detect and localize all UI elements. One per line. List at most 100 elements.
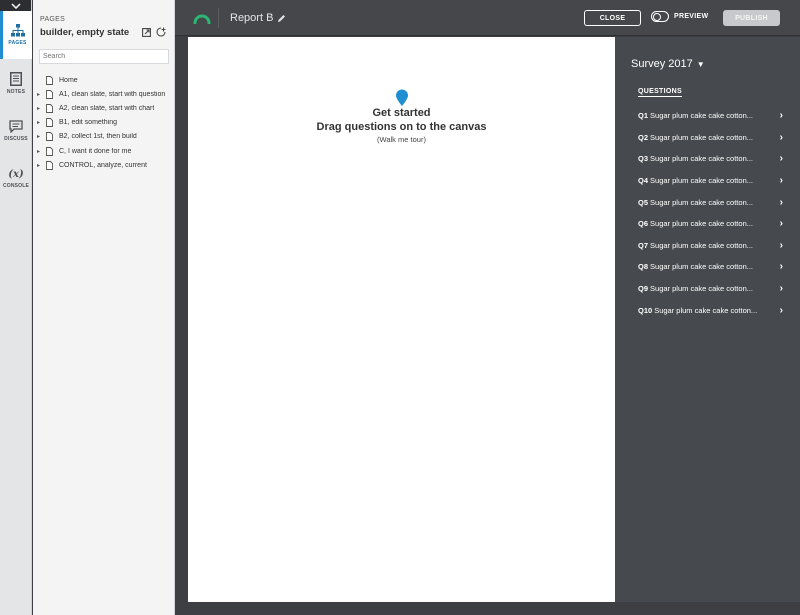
chevron-right-icon: › bbox=[779, 261, 783, 273]
chevron-right-icon: › bbox=[779, 283, 783, 295]
page-item-a1[interactable]: ▸ A1, clean slate, start with question bbox=[33, 87, 174, 101]
rail-console-label: CONSOLE bbox=[2, 183, 30, 189]
discuss-icon bbox=[9, 120, 23, 133]
expand-caret-icon[interactable]: ▸ bbox=[37, 148, 46, 155]
collapse-toggle[interactable] bbox=[0, 0, 31, 11]
question-number: Q2 bbox=[638, 132, 649, 142]
question-number: Q5 bbox=[638, 197, 649, 207]
document-icon bbox=[46, 160, 56, 170]
page-item-b2[interactable]: ▸ B2, collect 1st, then build bbox=[33, 130, 174, 144]
question-number: Q3 bbox=[638, 154, 649, 164]
question-item[interactable]: Q3 Sugar plum cake cake cotton... › bbox=[638, 148, 783, 170]
caret-down-icon: ▼ bbox=[696, 59, 705, 69]
page-item-label: Home bbox=[59, 76, 78, 84]
pencil-icon[interactable] bbox=[277, 14, 286, 23]
chevron-right-icon: › bbox=[779, 218, 783, 230]
page-item-b1[interactable]: ▸ B1, edit something bbox=[33, 116, 174, 130]
logo-icon[interactable] bbox=[193, 11, 211, 29]
question-item[interactable]: Q9 Sugar plum cake cake cotton... › bbox=[638, 278, 783, 300]
rail-notes[interactable]: NOTES bbox=[0, 59, 32, 107]
question-text: Sugar plum cake cake cotton... bbox=[650, 176, 753, 186]
page-item-c[interactable]: ▸ C, I want it done for me bbox=[33, 144, 174, 158]
report-canvas[interactable]: Get started Drag questions on to the can… bbox=[188, 37, 615, 602]
close-button[interactable]: CLOSE bbox=[584, 10, 641, 26]
pages-kicker: PAGES bbox=[40, 16, 66, 23]
question-item[interactable]: Q1 Sugar plum cake cake cotton... › bbox=[638, 105, 783, 127]
page-item-label: A2, clean slate, start with chart bbox=[59, 104, 155, 112]
page-item-label: C, I want it done for me bbox=[59, 147, 132, 155]
questions-heading: QUESTIONS bbox=[638, 88, 682, 97]
questions-panel: Survey 2017 ▼ QUESTIONS Q1 Sugar plum cak… bbox=[615, 37, 800, 602]
export-icon[interactable] bbox=[140, 26, 152, 38]
survey-selector[interactable]: Survey 2017 ▼ bbox=[631, 58, 705, 70]
map-pin-icon bbox=[395, 89, 408, 106]
toggle-icon bbox=[651, 11, 669, 22]
top-bar: Report B CLOSE PREVIEW PUBLISH bbox=[175, 0, 800, 36]
page-item-label: B1, edit something bbox=[59, 119, 117, 127]
publish-button[interactable]: PUBLISH bbox=[723, 10, 780, 26]
page-item-label: A1, clean slate, start with question bbox=[59, 90, 166, 98]
questions-list: Q1 Sugar plum cake cake cotton... › Q2 Suga… bbox=[638, 105, 783, 321]
rail-console[interactable]: (x) CONSOLE bbox=[0, 155, 32, 203]
report-title[interactable]: Report B bbox=[230, 12, 286, 24]
question-item[interactable]: Q8 Sugar plum cake cake cotton... › bbox=[638, 256, 783, 278]
rail-pages[interactable]: PAGES bbox=[0, 11, 32, 59]
pages-title: builder, empty state bbox=[40, 26, 130, 38]
question-number: Q6 bbox=[638, 219, 649, 229]
question-text: Sugar plum cake cake cotton... bbox=[650, 219, 753, 229]
document-icon bbox=[46, 104, 56, 113]
question-text: Sugar plum cake cake cotton... bbox=[654, 305, 758, 315]
question-number: Q9 bbox=[638, 284, 649, 294]
document-icon bbox=[46, 118, 56, 128]
question-item[interactable]: Q5 Sugar plum cake cake cotton... › bbox=[638, 191, 783, 213]
question-text: Sugar plum cake cake cotton... bbox=[650, 154, 753, 164]
page-item-control[interactable]: ▸ CONTROL, analyze, current bbox=[33, 158, 174, 172]
empty-state-subtitle: Drag questions on to the canvas bbox=[316, 121, 487, 133]
question-text: Sugar plum cake cake cotton... bbox=[650, 284, 753, 294]
question-item[interactable]: Q7 Sugar plum cake cake cotton... › bbox=[638, 235, 783, 257]
survey-name: Survey 2017 bbox=[631, 58, 693, 70]
chevron-right-icon: › bbox=[779, 153, 783, 165]
pages-panel: PAGES builder, empty state Home ▸ A1, cl… bbox=[33, 0, 175, 615]
expand-caret-icon[interactable]: ▸ bbox=[37, 119, 46, 126]
expand-caret-icon[interactable]: ▸ bbox=[37, 105, 46, 112]
chevron-right-icon: › bbox=[779, 239, 783, 251]
add-page-icon[interactable] bbox=[155, 26, 167, 38]
notes-icon bbox=[10, 71, 22, 86]
document-icon bbox=[46, 146, 56, 156]
expand-caret-icon[interactable]: ▸ bbox=[37, 162, 46, 169]
chevron-right-icon: › bbox=[779, 110, 783, 122]
chevron-down-icon bbox=[10, 2, 21, 9]
chevron-right-icon: › bbox=[779, 131, 783, 143]
empty-state-title: Get started bbox=[372, 107, 431, 119]
page-tree: Home ▸ A1, clean slate, start with quest… bbox=[33, 73, 174, 172]
page-item-label: CONTROL, analyze, current bbox=[59, 161, 147, 169]
empty-state: Get started Drag questions on to the can… bbox=[188, 89, 615, 144]
question-item[interactable]: Q6 Sugar plum cake cake cotton... › bbox=[638, 213, 783, 235]
rail-discuss[interactable]: DISCUSS bbox=[0, 107, 32, 155]
chevron-right-icon: › bbox=[779, 304, 783, 316]
question-number: Q1 bbox=[638, 111, 649, 121]
question-number: Q10 bbox=[638, 305, 653, 315]
question-item[interactable]: Q2 Sugar plum cake cake cotton... › bbox=[638, 127, 783, 149]
preview-toggle[interactable]: PREVIEW bbox=[651, 11, 708, 22]
document-icon bbox=[46, 132, 56, 142]
page-item-home[interactable]: Home bbox=[33, 73, 174, 87]
document-icon bbox=[46, 89, 56, 99]
search-input[interactable] bbox=[39, 49, 169, 64]
report-title-text: Report B bbox=[230, 12, 274, 24]
question-text: Sugar plum cake cake cotton... bbox=[650, 197, 753, 207]
question-item[interactable]: Q4 Sugar plum cake cake cotton... › bbox=[638, 170, 783, 192]
question-text: Sugar plum cake cake cotton... bbox=[650, 240, 753, 250]
expand-caret-icon[interactable]: ▸ bbox=[37, 91, 46, 98]
rail-pages-label: PAGES bbox=[8, 40, 27, 46]
question-number: Q8 bbox=[638, 262, 649, 272]
walk-me-tour-link[interactable]: (Walk me tour) bbox=[188, 135, 615, 144]
page-item-label: B2, collect 1st, then build bbox=[59, 133, 137, 141]
page-item-a2[interactable]: ▸ A2, clean slate, start with chart bbox=[33, 101, 174, 115]
icon-rail: PAGES NOTES DISCUSS (x) CONSOLE bbox=[0, 0, 32, 615]
rail-notes-label: NOTES bbox=[6, 88, 26, 95]
question-number: Q4 bbox=[638, 176, 649, 186]
question-item[interactable]: Q10 Sugar plum cake cake cotton... › bbox=[638, 299, 783, 321]
expand-caret-icon[interactable]: ▸ bbox=[37, 133, 46, 140]
